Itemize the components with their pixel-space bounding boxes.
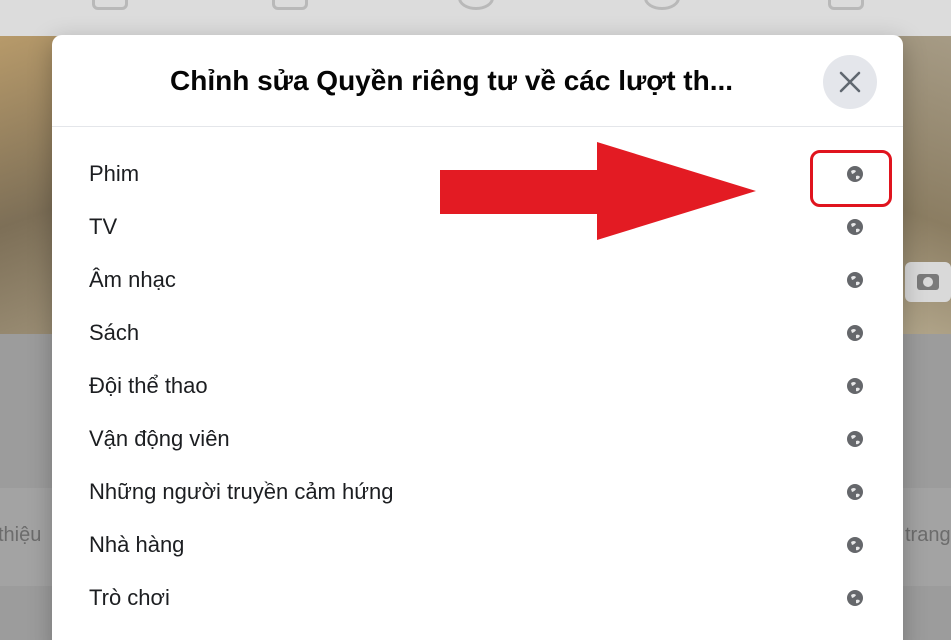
home-nav-icon [92, 0, 128, 10]
marketplace-nav-icon [458, 0, 494, 10]
close-button[interactable] [823, 55, 877, 109]
watch-nav-icon [272, 0, 308, 10]
category-label: Đội thể thao [89, 373, 208, 398]
background-tab-label-left: thiệu [0, 524, 42, 546]
category-label: Âm nhạc [89, 267, 176, 292]
dialog-title: Chỉnh sửa Quyền riêng tư về các lượt th.… [170, 65, 734, 96]
category-label: Sách [89, 320, 140, 345]
category-label: Trò chơi [89, 585, 170, 610]
category-label: Những người truyền cảm hứng [89, 479, 394, 504]
list-item: Những người truyền cảm hứng [52, 465, 903, 518]
globe-icon[interactable] [846, 536, 864, 554]
camera-icon [905, 262, 951, 302]
groups-nav-icon [644, 0, 680, 10]
list-item: Vận động viên [52, 412, 903, 465]
dialog-header: Chỉnh sửa Quyền riêng tư về các lượt th.… [52, 35, 903, 127]
category-label: Phim [89, 161, 140, 186]
gaming-nav-icon [828, 0, 864, 10]
globe-icon[interactable] [846, 589, 864, 607]
category-label: Nhà hàng [89, 532, 185, 557]
list-item: Sách [52, 306, 903, 359]
globe-icon[interactable] [846, 483, 864, 501]
globe-icon[interactable] [846, 218, 864, 236]
background-tab-label-right: trang [905, 524, 951, 546]
privacy-edit-dialog: Chỉnh sửa Quyền riêng tư về các lượt th.… [52, 35, 903, 640]
globe-icon[interactable] [846, 377, 864, 395]
globe-icon[interactable] [846, 271, 864, 289]
category-label: Vận động viên [89, 426, 230, 451]
list-item: Đội thể thao [52, 359, 903, 412]
close-icon [839, 71, 861, 93]
list-item: Âm nhạc [52, 253, 903, 306]
highlight-box-annotation [810, 150, 892, 207]
list-item: Nhà hàng [52, 518, 903, 571]
red-arrow-annotation [440, 142, 756, 240]
globe-icon[interactable] [846, 324, 864, 342]
list-item: Trò chơi [52, 571, 903, 624]
globe-icon[interactable] [846, 430, 864, 448]
background-navbar [0, 0, 951, 36]
category-label: TV [89, 214, 118, 239]
